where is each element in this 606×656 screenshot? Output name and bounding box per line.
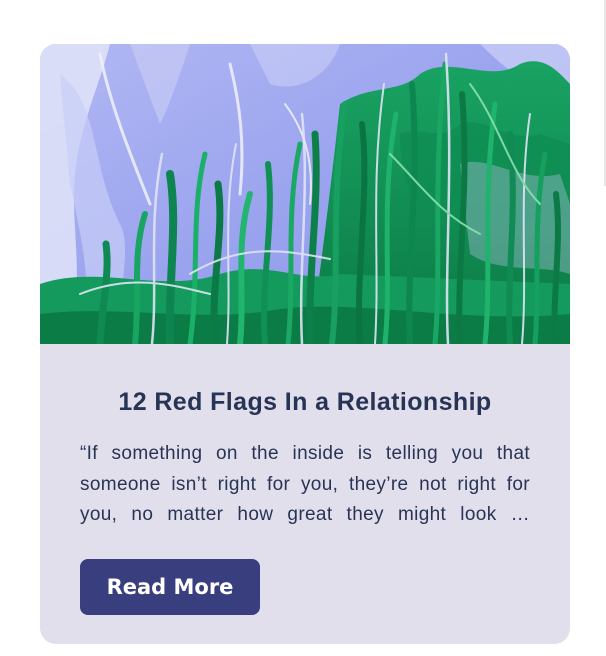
post-excerpt: “If something on the inside is telling y… bbox=[80, 443, 530, 525]
read-more-button[interactable]: Read More bbox=[80, 559, 260, 615]
abstract-paint-image bbox=[40, 44, 570, 344]
post-featured-image[interactable] bbox=[40, 44, 570, 344]
post-title[interactable]: 12 Red Flags In a Relationship bbox=[40, 386, 570, 418]
blog-post-card: 12 Red Flags In a Relationship “If somet… bbox=[40, 44, 570, 644]
card-body: 12 Red Flags In a Relationship “If somet… bbox=[40, 344, 570, 644]
